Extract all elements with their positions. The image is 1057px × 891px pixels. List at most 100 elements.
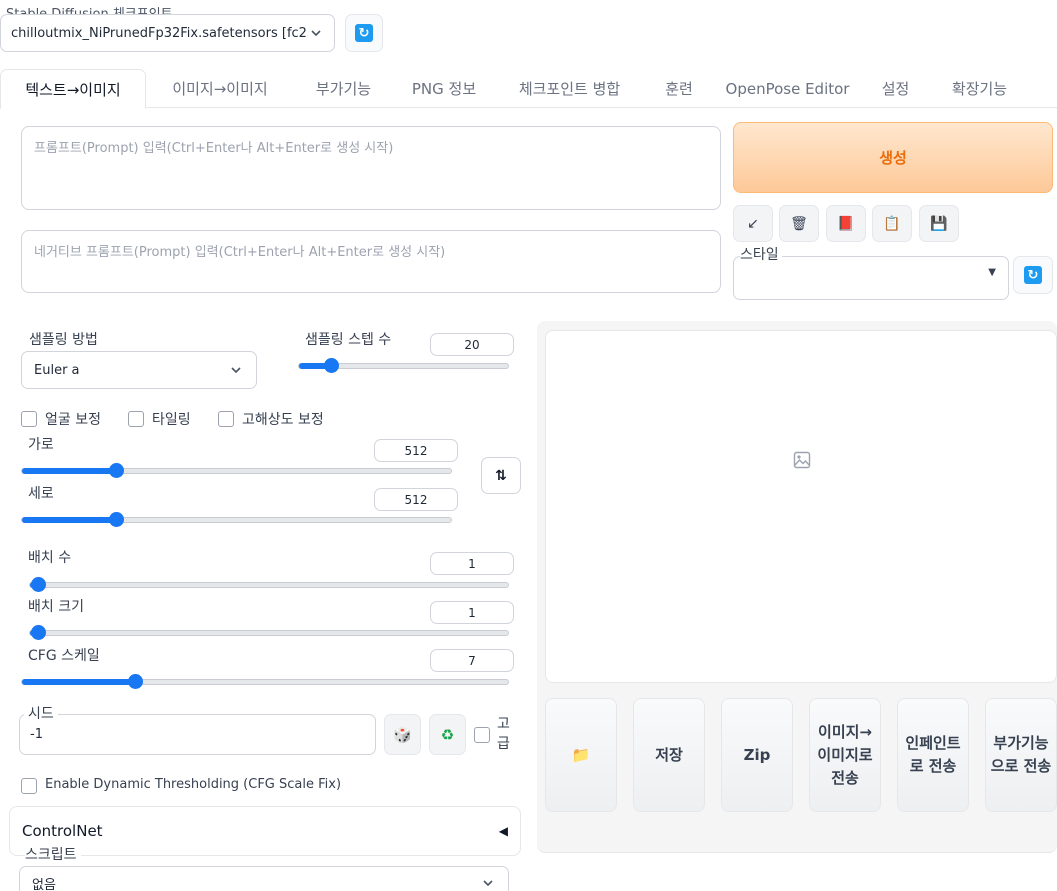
extra-seed-checkbox[interactable] bbox=[474, 727, 490, 743]
book-icon: 📕 bbox=[837, 215, 855, 232]
collapse-arrow-icon: ◀ bbox=[498, 824, 508, 838]
dropdown-arrow-icon: ▼ bbox=[988, 267, 996, 278]
tab-txt2img[interactable]: 텍스트→이미지 bbox=[0, 69, 146, 109]
open-folder-button[interactable]: 📁 bbox=[545, 698, 617, 812]
recycle-icon: ♻ bbox=[440, 725, 455, 744]
script-value: 없음 bbox=[32, 877, 56, 891]
sampling-steps-label: 샘플링 스텝 수 bbox=[305, 332, 392, 348]
chevron-down-icon bbox=[483, 880, 493, 887]
main-tabs: 텍스트→이미지 이미지→이미지 부가기능 PNG 정보 체크포인트 병합 훈련 … bbox=[0, 69, 1057, 109]
chevron-down-icon bbox=[311, 30, 321, 37]
slider-fill bbox=[22, 517, 116, 523]
refresh-icon: ↻ bbox=[355, 24, 373, 42]
sampling-method-value: Euler a bbox=[34, 362, 80, 378]
controlnet-title: ControlNet bbox=[22, 822, 103, 840]
cfg-scale-label: CFG 스케일 bbox=[28, 648, 100, 664]
folder-icon: 📁 bbox=[571, 745, 591, 764]
batch-size-slider[interactable] bbox=[29, 625, 509, 640]
swap-dimensions-button[interactable]: ⇅ bbox=[481, 457, 521, 494]
dynamic-thresholding-checkbox[interactable] bbox=[21, 778, 37, 794]
image-placeholder-icon bbox=[793, 451, 811, 469]
seed-label: 시드 bbox=[24, 703, 58, 723]
slider-thumb[interactable] bbox=[31, 625, 46, 640]
slider-thumb[interactable] bbox=[109, 512, 124, 527]
send-to-inpaint-button[interactable]: 인페인트로 전송 bbox=[897, 698, 969, 812]
extra-seed-label: 고급 bbox=[497, 716, 510, 752]
height-label: 세로 bbox=[28, 486, 54, 502]
slider-thumb[interactable] bbox=[31, 577, 46, 592]
width-input[interactable]: 512 bbox=[374, 439, 458, 462]
slider-fill bbox=[22, 679, 135, 685]
tab-settings[interactable]: 설정 bbox=[864, 69, 927, 108]
checkpoint-select[interactable]: chilloutmix_NiPrunedFp32Fix.safetensors … bbox=[0, 14, 335, 52]
trash-icon: 🗑 bbox=[790, 215, 808, 232]
batch-count-slider[interactable] bbox=[29, 577, 509, 592]
dice-icon: 🎲 bbox=[393, 725, 412, 744]
save-icon: 💾 bbox=[930, 215, 948, 232]
tab-img2img[interactable]: 이미지→이미지 bbox=[150, 69, 290, 108]
generate-button[interactable]: 생성 bbox=[733, 122, 1053, 193]
hires-fix-label: 고해상도 보정 bbox=[242, 412, 324, 428]
dynamic-thresholding-label: Enable Dynamic Thresholding (CFG Scale F… bbox=[45, 777, 342, 792]
cfg-scale-slider[interactable] bbox=[21, 674, 509, 689]
script-label: 스크립트 bbox=[25, 844, 81, 864]
controlnet-accordion[interactable]: ControlNet ◀ bbox=[9, 806, 521, 856]
arrow-icon: ↙ bbox=[747, 215, 759, 232]
tiling-label: 타일링 bbox=[152, 412, 191, 428]
height-input[interactable]: 512 bbox=[374, 488, 458, 511]
seed-value: -1 bbox=[30, 727, 43, 742]
styles-label: 스타일 bbox=[740, 244, 782, 264]
output-gallery bbox=[545, 330, 1057, 683]
negative-prompt-input[interactable]: 네거티브 프롬프트(Prompt) 입력(Ctrl+Enter나 Alt+Ent… bbox=[21, 230, 721, 293]
tab-extensions[interactable]: 확장기능 bbox=[932, 69, 1027, 108]
sampling-method-select[interactable]: Euler a bbox=[21, 351, 257, 389]
tab-png-info[interactable]: PNG 정보 bbox=[396, 69, 492, 108]
send-to-extras-button[interactable]: 부가기능으로 전송 bbox=[985, 698, 1057, 812]
slider-thumb[interactable] bbox=[109, 463, 124, 478]
tab-train[interactable]: 훈련 bbox=[647, 69, 711, 108]
extra-networks-button[interactable]: 📕 bbox=[826, 205, 866, 242]
read-params-button[interactable]: ↙ bbox=[733, 205, 773, 242]
face-restore-label: 얼굴 보정 bbox=[45, 412, 101, 428]
slider-thumb[interactable] bbox=[324, 358, 339, 373]
clipboard-icon: 📋 bbox=[883, 215, 901, 232]
batch-count-label: 배치 수 bbox=[28, 550, 72, 566]
swap-icon: ⇅ bbox=[495, 467, 507, 484]
slider-thumb[interactable] bbox=[128, 674, 143, 689]
batch-size-input[interactable]: 1 bbox=[430, 601, 514, 624]
random-seed-button[interactable]: 🎲 bbox=[384, 714, 421, 755]
slider-fill bbox=[22, 468, 116, 474]
cfg-scale-input[interactable]: 7 bbox=[430, 649, 514, 672]
width-slider[interactable] bbox=[21, 463, 452, 478]
checkpoint-value: chilloutmix_NiPrunedFp32Fix.safetensors … bbox=[11, 25, 308, 41]
sampling-method-label: 샘플링 방법 bbox=[29, 332, 98, 348]
save-button[interactable]: 저장 bbox=[633, 698, 705, 812]
script-select[interactable]: 없음 bbox=[19, 866, 509, 891]
refresh-styles-button[interactable]: ↻ bbox=[1013, 256, 1053, 294]
sampling-steps-slider[interactable] bbox=[298, 358, 509, 373]
negative-prompt-placeholder: 네거티브 프롬프트(Prompt) 입력(Ctrl+Enter나 Alt+Ent… bbox=[34, 245, 446, 260]
tiling-checkbox[interactable] bbox=[128, 411, 144, 427]
save-style-button[interactable]: 💾 bbox=[919, 205, 959, 242]
reuse-seed-button[interactable]: ♻ bbox=[429, 714, 466, 755]
refresh-icon: ↻ bbox=[1024, 266, 1042, 284]
chevron-down-icon bbox=[231, 367, 241, 374]
apply-style-button[interactable]: 📋 bbox=[872, 205, 912, 242]
face-restore-checkbox[interactable] bbox=[21, 411, 37, 427]
tab-extras[interactable]: 부가기능 bbox=[296, 69, 391, 108]
hires-fix-checkbox[interactable] bbox=[218, 411, 234, 427]
width-label: 가로 bbox=[28, 437, 54, 453]
tab-openpose-editor[interactable]: OpenPose Editor bbox=[716, 69, 859, 108]
sampling-steps-input[interactable]: 20 bbox=[430, 333, 514, 356]
tab-checkpoint-merge[interactable]: 체크포인트 병합 bbox=[498, 69, 641, 108]
prompt-placeholder: 프롬프트(Prompt) 입력(Ctrl+Enter나 Alt+Enter로 생… bbox=[34, 141, 394, 156]
send-to-img2img-button[interactable]: 이미지→이미지로 전송 bbox=[809, 698, 881, 812]
seed-input[interactable]: -1 bbox=[19, 714, 376, 755]
batch-size-label: 배치 크기 bbox=[28, 599, 84, 615]
batch-count-input[interactable]: 1 bbox=[430, 552, 514, 575]
prompt-input[interactable]: 프롬프트(Prompt) 입력(Ctrl+Enter나 Alt+Enter로 생… bbox=[21, 126, 721, 210]
clear-prompt-button[interactable]: 🗑 bbox=[779, 205, 819, 242]
height-slider[interactable] bbox=[21, 512, 452, 527]
zip-button[interactable]: Zip bbox=[721, 698, 793, 812]
refresh-checkpoint-button[interactable]: ↻ bbox=[345, 14, 383, 52]
